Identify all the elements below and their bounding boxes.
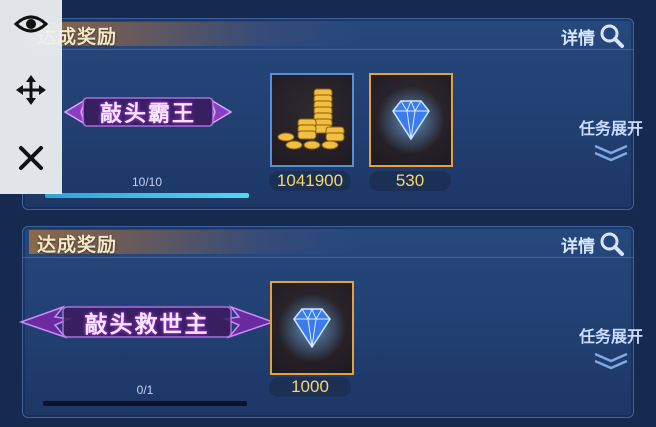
mission-title: 敲头救世主 [84, 311, 210, 338]
details-label: 详情 [561, 28, 595, 49]
mission-card: 达成奖励 详情 敲头救世主 1000 任务展开 0/1 [19, 226, 643, 418]
card-header: 达成奖励 详情 [23, 19, 633, 50]
expand-label: 任务展开 [578, 327, 643, 346]
gold-coins-icon [277, 88, 345, 150]
reward-slot[interactable] [270, 73, 354, 167]
mission-progress: 10/10 [45, 175, 249, 199]
reward-quantity: 1000 [269, 377, 351, 397]
mission-card: 达成奖励 详情 敲头霸王 1041900 530 任务展开 10/10 [22, 18, 643, 210]
mission-title-badge: 敲头救世主 [19, 299, 275, 345]
search-icon [599, 23, 625, 49]
progress-fill [45, 193, 249, 198]
reward-quantity: 530 [369, 171, 451, 191]
close-icon [19, 146, 43, 170]
expand-label: 任务展开 [578, 119, 643, 138]
details-label: 详情 [561, 236, 595, 257]
move-button[interactable] [0, 66, 62, 114]
close-button[interactable] [0, 134, 62, 182]
move-icon [16, 75, 46, 105]
progress-text: 10/10 [131, 175, 163, 189]
mission-progress: 0/1 [43, 383, 247, 407]
reward-quantity: 1041900 [269, 171, 351, 191]
expand-mission-button[interactable]: 任务展开 [571, 323, 651, 375]
card-header: 达成奖励 详情 [23, 227, 633, 258]
mission-title: 敲头霸王 [99, 101, 196, 127]
quantity-text: 1041900 [276, 171, 344, 190]
chevron-down-icon [594, 144, 628, 162]
chevron-down-icon [594, 352, 628, 370]
mission-title-badge: 敲头霸王 [63, 91, 233, 133]
quantity-text: 530 [395, 171, 425, 190]
reward-slot[interactable] [369, 73, 453, 167]
expand-mission-button[interactable]: 任务展开 [571, 115, 651, 167]
progress-text: 0/1 [136, 383, 154, 397]
progress-bar [43, 401, 247, 406]
details-button[interactable]: 详情 [561, 23, 625, 49]
eye-icon [14, 15, 48, 33]
toggle-visibility-button[interactable] [0, 0, 62, 48]
search-icon [599, 231, 625, 257]
diamond-icon [377, 86, 445, 154]
quantity-text: 1000 [291, 377, 329, 396]
header-label: 达成奖励 [37, 234, 118, 256]
overlay-toolbar [0, 0, 62, 194]
reward-slot[interactable] [270, 281, 354, 375]
diamond-icon [278, 294, 346, 362]
progress-bar [45, 193, 249, 198]
details-button[interactable]: 详情 [561, 231, 625, 257]
